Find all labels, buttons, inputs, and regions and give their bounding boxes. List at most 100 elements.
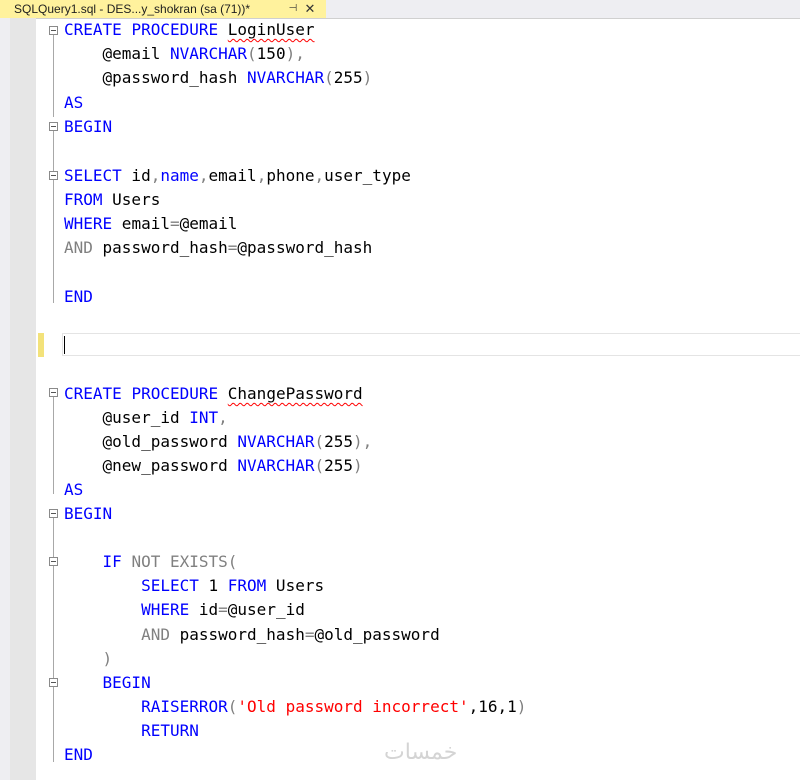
code-line[interactable]: @old_password NVARCHAR(255), <box>64 430 373 454</box>
collapse-region-icon[interactable] <box>49 509 58 518</box>
code-line[interactable]: BEGIN <box>64 502 112 526</box>
punctuation-token: , <box>218 408 228 427</box>
keyword-token: SELECT <box>141 576 199 595</box>
keyword-token: END <box>64 287 93 306</box>
current-line-highlight[interactable] <box>62 333 800 356</box>
code-line[interactable]: @email NVARCHAR(150), <box>64 42 305 66</box>
column-token: email <box>112 214 170 233</box>
code-line[interactable]: WHERE email=@email <box>64 212 237 236</box>
collapse-region-icon[interactable] <box>49 557 58 566</box>
table-token: Users <box>102 190 161 209</box>
type-token: NVARCHAR <box>169 44 248 63</box>
keyword-token: RAISERROR <box>141 697 228 716</box>
outline-guide-line <box>53 397 54 494</box>
punctuation-token: , <box>256 166 267 185</box>
editor-gutter <box>10 18 36 780</box>
keyword-token: AS <box>64 480 84 499</box>
code-line[interactable]: IF NOT EXISTS( <box>64 550 238 574</box>
code-line[interactable]: WHERE id=@user_id <box>64 598 305 622</box>
code-line[interactable]: SELECT 1 FROM Users <box>64 574 324 598</box>
punctuation-token: ( <box>247 44 257 63</box>
code-line[interactable]: END <box>64 743 93 767</box>
collapse-region-icon[interactable] <box>49 122 58 131</box>
column-token: phone <box>266 166 315 185</box>
punctuation-token: ( <box>314 456 325 475</box>
code-line[interactable]: @user_id INT, <box>64 406 228 430</box>
number-token: 255 <box>324 432 353 451</box>
punctuation-token: ) <box>353 456 363 475</box>
punctuation-token: ( <box>227 552 238 571</box>
operator-token: NOT <box>131 552 161 571</box>
parameter-token: @new_password <box>64 456 238 475</box>
code-line[interactable]: AS <box>64 478 83 502</box>
keyword-token: name <box>160 166 199 185</box>
keyword-token: IF <box>102 552 122 571</box>
number-token: 1 <box>198 576 228 595</box>
outline-guide-line <box>53 35 54 117</box>
keyword-token: PROCEDURE <box>131 20 219 39</box>
punctuation-token: ), <box>285 44 305 63</box>
code-line[interactable]: RETURN <box>64 719 199 743</box>
code-line[interactable]: CREATE PROCEDURE LoginUser <box>64 18 314 42</box>
parameter-token: @password_hash <box>64 68 248 87</box>
parameter-token: @old_password <box>314 625 440 644</box>
type-token: NVARCHAR <box>237 432 315 451</box>
outline-guide-line <box>53 518 54 762</box>
collapse-region-icon[interactable] <box>49 388 58 397</box>
keyword-token: WHERE <box>141 600 190 619</box>
code-line[interactable]: SELECT id,name,email,phone,user_type <box>64 164 411 188</box>
keyword-token: FROM <box>227 576 267 595</box>
document-tab-title[interactable]: SQLQuery1.sql - DES...y_shokran (sa (71)… <box>14 2 250 16</box>
code-line[interactable]: BEGIN <box>64 671 151 695</box>
keyword-token: FROM <box>64 190 103 209</box>
procedure-name-token: LoginUser <box>227 20 315 39</box>
document-tab[interactable]: SQLQuery1.sql - DES...y_shokran (sa (71)… <box>0 0 326 18</box>
code-line[interactable]: AS <box>64 91 83 115</box>
punctuation-token: ( <box>227 697 238 716</box>
punctuation-token: ) <box>516 697 527 716</box>
operator-token: AND <box>64 238 93 257</box>
punctuation-token: ( <box>314 432 325 451</box>
type-token: NVARCHAR <box>247 68 325 87</box>
type-token: INT <box>189 408 219 427</box>
code-line[interactable]: @password_hash NVARCHAR(255) <box>64 66 373 90</box>
code-line[interactable]: AND password_hash=@password_hash <box>64 236 372 260</box>
type-token: NVARCHAR <box>237 456 315 475</box>
punctuation-token: ( <box>324 68 334 87</box>
parameter-token: @user_id <box>64 408 190 427</box>
code-line[interactable]: FROM Users <box>64 188 160 212</box>
pin-icon[interactable]: ⊣ <box>286 0 300 18</box>
column-token: user_type <box>324 166 411 185</box>
collapse-region-icon[interactable] <box>49 26 58 35</box>
collapse-region-icon[interactable] <box>49 678 58 687</box>
outline-guide-line <box>53 131 54 303</box>
parameter-token: @email <box>64 44 170 63</box>
punctuation-token: ) <box>102 649 113 668</box>
close-icon[interactable]: ✕ <box>302 0 318 18</box>
code-line[interactable]: END <box>64 285 93 309</box>
column-token: password_hash <box>169 625 305 644</box>
code-line[interactable]: RAISERROR('Old password incorrect',16,1) <box>64 695 526 719</box>
code-line[interactable]: ) <box>64 647 113 671</box>
code-line[interactable]: CREATE PROCEDURE ChangePassword <box>64 382 363 406</box>
column-token: email <box>208 166 257 185</box>
code-line[interactable]: AND password_hash=@old_password <box>64 623 440 647</box>
punctuation-token: , <box>198 166 209 185</box>
punctuation-token: ), <box>353 432 373 451</box>
keyword-token: BEGIN <box>102 673 151 692</box>
code-line[interactable]: BEGIN <box>64 115 112 139</box>
table-token: Users <box>266 576 325 595</box>
keyword-token: CREATE <box>64 384 122 403</box>
code-line[interactable]: @new_password NVARCHAR(255) <box>64 454 363 478</box>
collapse-region-icon[interactable] <box>49 171 58 180</box>
operator-token: AND <box>141 625 170 644</box>
unsaved-change-indicator <box>38 333 44 357</box>
